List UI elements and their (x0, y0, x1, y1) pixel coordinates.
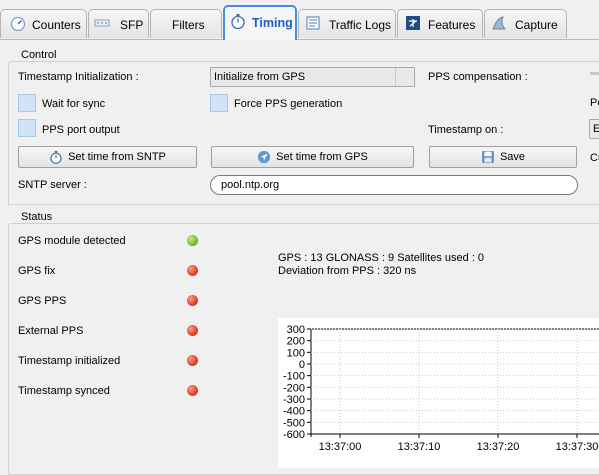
tab-features[interactable]: Features (397, 9, 483, 38)
tab-label: Timing (252, 16, 293, 30)
x-tick-label: 13:37:30 (556, 441, 599, 453)
set-time-gps-button[interactable]: Set time from GPS (211, 146, 414, 168)
timestamp-on-label: Timestamp on : (428, 124, 504, 136)
timestamp-init-value: Initialize from GPS (214, 71, 306, 83)
save-disk-icon (482, 151, 494, 163)
timestamp-init-label: Timestamp Initialization : (18, 71, 139, 83)
status-led-timestamp-synced (187, 385, 198, 396)
y-tick-label: -600 (283, 429, 305, 441)
tab-label: SFP (120, 18, 144, 32)
pps-compensation-field[interactable] (590, 72, 599, 75)
counters-gauge-icon (10, 16, 26, 31)
y-tick-label: -200 (283, 382, 305, 394)
sfp-module-icon (94, 19, 110, 27)
status-label-gps-pps: GPS PPS (18, 295, 67, 307)
wait-for-sync-label: Wait for sync (42, 98, 106, 110)
tab-label: Capture (515, 18, 558, 32)
set-time-sntp-button[interactable]: Set time from SNTP (18, 146, 197, 168)
traffic-logs-icon (306, 16, 320, 30)
x-tick-label: 13:37:20 (477, 441, 520, 453)
tab-label: Features (428, 18, 476, 32)
timestamp-init-select[interactable]: Initialize from GPS (210, 67, 415, 87)
chart-svg: 3002001000-100-200-300-400-500-600 13:37:… (283, 324, 599, 453)
timestamp-on-select[interactable]: E (589, 119, 599, 139)
status-led-gps-fix (187, 265, 198, 276)
gps-navigation-icon (258, 150, 271, 164)
control-group-title: Control (18, 49, 60, 61)
status-led-external-pps (187, 325, 198, 336)
select-divider (395, 68, 396, 86)
y-tick-label: 100 (287, 347, 305, 359)
y-tick-label: 300 (287, 324, 305, 336)
wait-for-sync-checkbox[interactable] (18, 94, 36, 112)
y-tick-label: -100 (283, 371, 305, 383)
timestamp-on-value: E (593, 123, 599, 135)
tab-capture[interactable]: Capture (484, 9, 567, 38)
stopwatch-icon (231, 14, 245, 29)
cut-off-label-cu: Cu (590, 152, 599, 164)
tab-bar: Counters SFP Filters Timing Traffic Logs… (0, 0, 599, 40)
pps-deviation-text: Deviation from PPS : 320 ns (278, 265, 417, 277)
stopwatch-icon (50, 150, 62, 165)
force-pps-checkbox[interactable] (210, 94, 228, 112)
cut-off-label-po: Po (590, 97, 599, 109)
status-led-gps-pps (187, 295, 198, 306)
tab-counters[interactable]: Counters (0, 9, 87, 38)
pps-compensation-label: PPS compensation : (428, 71, 528, 83)
save-button[interactable]: Save (429, 146, 577, 168)
tab-label: Traffic Logs (329, 18, 392, 32)
tab-sfp[interactable]: SFP (88, 9, 149, 38)
set-time-gps-label: Set time from GPS (276, 151, 368, 164)
features-icon (406, 16, 420, 30)
tab-label: Counters (32, 18, 81, 32)
status-group-title: Status (18, 211, 56, 223)
tab-traffic-logs[interactable]: Traffic Logs (298, 9, 396, 38)
sntp-server-label: SNTP server : (18, 179, 87, 191)
status-led-gps-module (187, 235, 198, 246)
status-label-gps-fix: GPS fix (18, 265, 56, 277)
x-tick-label: 13:37:10 (398, 441, 441, 453)
y-tick-label: 200 (287, 336, 305, 348)
tab-filters[interactable]: Filters (150, 9, 222, 38)
pps-deviation-chart: 300 200 100 0 -100 -200 -300 -400 -500 -600 13:37:… (278, 318, 599, 468)
status-label-external-pps: External PPS (18, 325, 84, 337)
status-led-timestamp-initialized (187, 355, 198, 366)
tab-timing[interactable]: Timing (223, 5, 297, 40)
set-time-sntp-label: Set time from SNTP (68, 151, 166, 164)
capture-shark-fin-icon (492, 16, 507, 30)
status-label-timestamp-synced: Timestamp synced (18, 385, 110, 397)
pps-port-output-label: PPS port output (42, 124, 120, 136)
x-tick-label: 13:37:00 (319, 441, 362, 453)
y-tick-label: -500 (283, 417, 305, 429)
y-tick-label: -300 (283, 394, 305, 406)
status-label-gps-module: GPS module detected (18, 235, 126, 247)
y-tick-label: 0 (299, 359, 305, 371)
save-label: Save (499, 151, 526, 164)
y-tick-label: -400 (283, 406, 305, 418)
sntp-server-input[interactable] (210, 175, 578, 195)
status-label-timestamp-initialized: Timestamp initialized (18, 355, 121, 367)
force-pps-label: Force PPS generation (234, 98, 343, 110)
gps-satellites-text: GPS : 13 GLONASS : 9 Satellites used : 0 (278, 252, 485, 264)
tab-label: Filters (172, 18, 205, 32)
pps-port-output-checkbox[interactable] (18, 119, 36, 137)
